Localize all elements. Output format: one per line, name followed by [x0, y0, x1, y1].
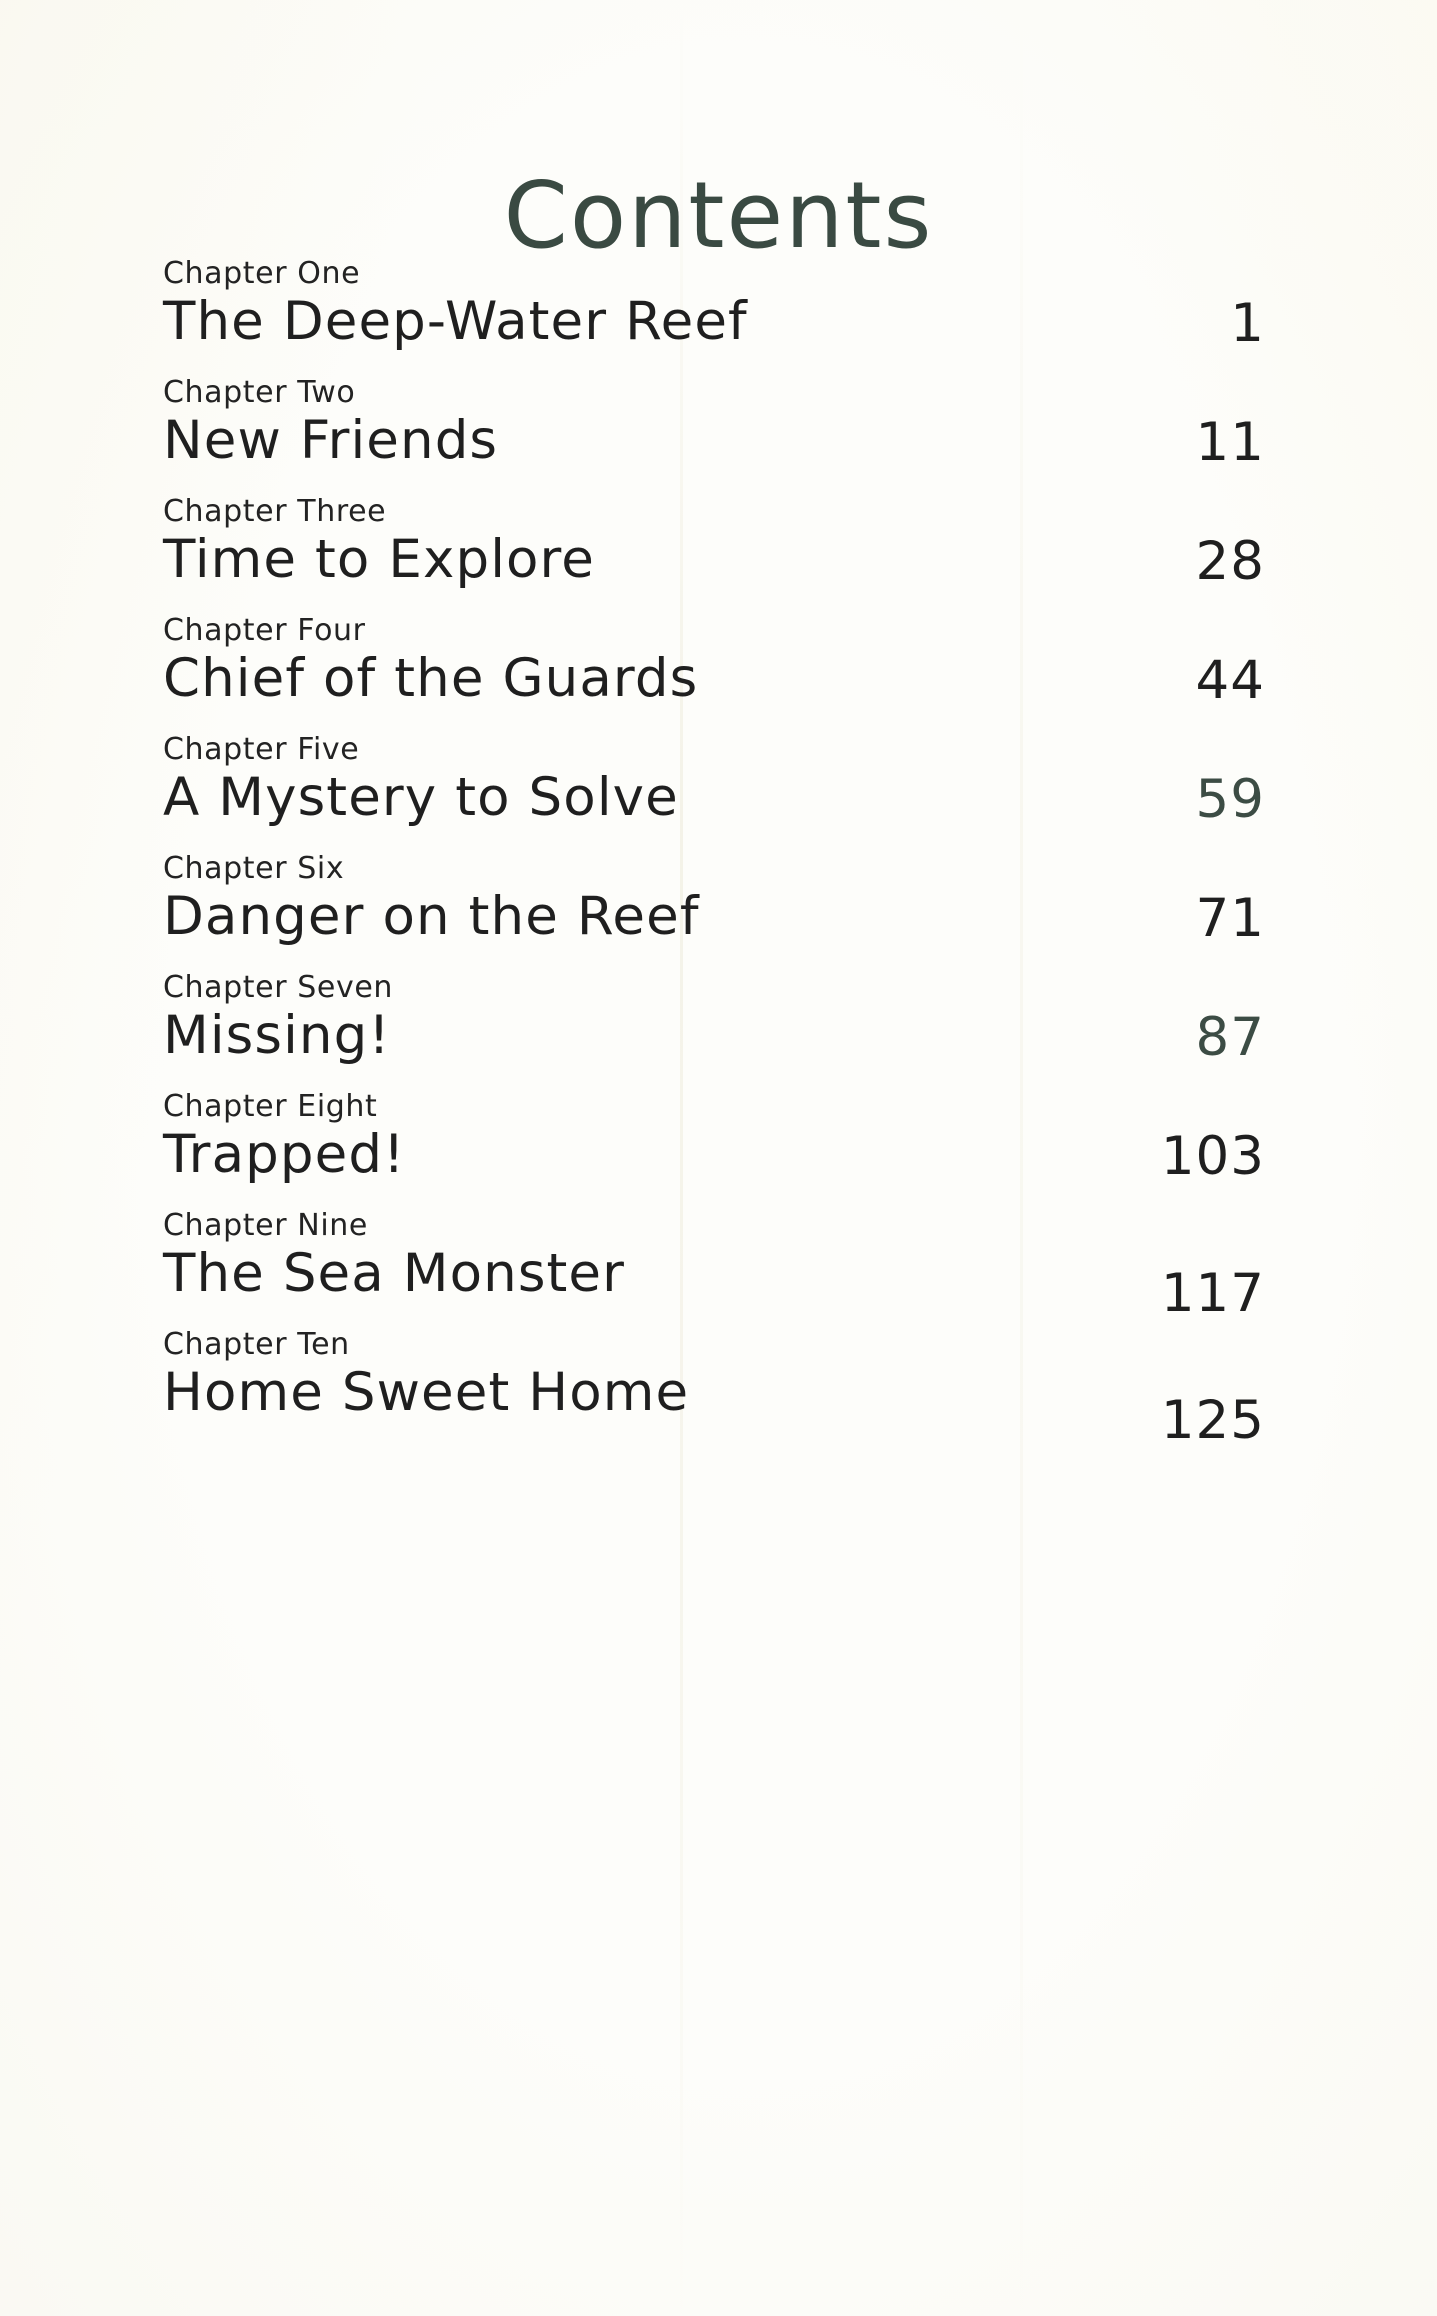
page-title: Contents [503, 161, 934, 269]
chapter-label: Chapter Six [163, 851, 345, 886]
chapter-title: Chief of the Guards [163, 648, 699, 709]
chapter-label: Chapter One [163, 256, 361, 291]
chapter-page-number: 125 [1160, 1390, 1265, 1451]
chapter-page-number: 11 [1195, 412, 1265, 473]
toc-entry[interactable]: Chapter Four Chief of the Guards 44 [163, 615, 1265, 734]
chapter-title: Trapped! [163, 1124, 406, 1185]
toc-entry[interactable]: Chapter Ten Home Sweet Home 125 [163, 1327, 1265, 1451]
chapter-page-number: 103 [1160, 1126, 1265, 1187]
chapter-title: The Deep-Water Reef [163, 291, 748, 352]
chapter-page-number: 117 [1160, 1263, 1265, 1324]
toc-entry[interactable]: Chapter Two New Friends 11 [163, 377, 1265, 496]
chapter-page-number: 71 [1195, 888, 1265, 949]
toc-entry[interactable]: Chapter One The Deep-Water Reef 1 [163, 258, 1265, 377]
toc-entry[interactable]: Chapter Eight Trapped! 103 [163, 1091, 1265, 1210]
chapter-label: Chapter Four [163, 613, 366, 648]
chapter-label: Chapter Nine [163, 1208, 368, 1243]
chapter-label: Chapter Five [163, 732, 360, 767]
chapter-title: Danger on the Reef [163, 886, 700, 947]
chapter-title: New Friends [163, 410, 499, 471]
chapter-label: Chapter Seven [163, 970, 394, 1005]
chapter-title: The Sea Monster [163, 1243, 626, 1304]
chapter-label: Chapter Two [163, 375, 356, 410]
chapter-page-number: 44 [1195, 650, 1265, 711]
chapter-page-number: 87 [1195, 1007, 1265, 1068]
chapter-label: Chapter Ten [163, 1327, 350, 1362]
chapter-title: Time to Explore [163, 529, 595, 590]
table-of-contents-page: Contents Chapter One The Deep-Water Reef… [0, 0, 1437, 2316]
toc-entry[interactable]: Chapter Five A Mystery to Solve 59 [163, 734, 1265, 853]
chapter-label: Chapter Three [163, 494, 387, 529]
toc-entry[interactable]: Chapter Seven Missing! 87 [163, 972, 1265, 1091]
toc-entry[interactable]: Chapter Nine The Sea Monster 117 [163, 1210, 1265, 1329]
chapter-page-number: 59 [1195, 769, 1265, 830]
chapter-title: A Mystery to Solve [163, 767, 679, 828]
toc-entry[interactable]: Chapter Six Danger on the Reef 71 [163, 853, 1265, 972]
chapter-page-number: 28 [1195, 531, 1265, 592]
toc-entry[interactable]: Chapter Three Time to Explore 28 [163, 496, 1265, 615]
chapter-label: Chapter Eight [163, 1089, 378, 1124]
chapter-page-number: 1 [1230, 293, 1265, 354]
contents-list: Chapter One The Deep-Water Reef 1 Chapte… [163, 258, 1265, 1451]
chapter-title: Missing! [163, 1005, 391, 1066]
chapter-title: Home Sweet Home [163, 1362, 690, 1423]
